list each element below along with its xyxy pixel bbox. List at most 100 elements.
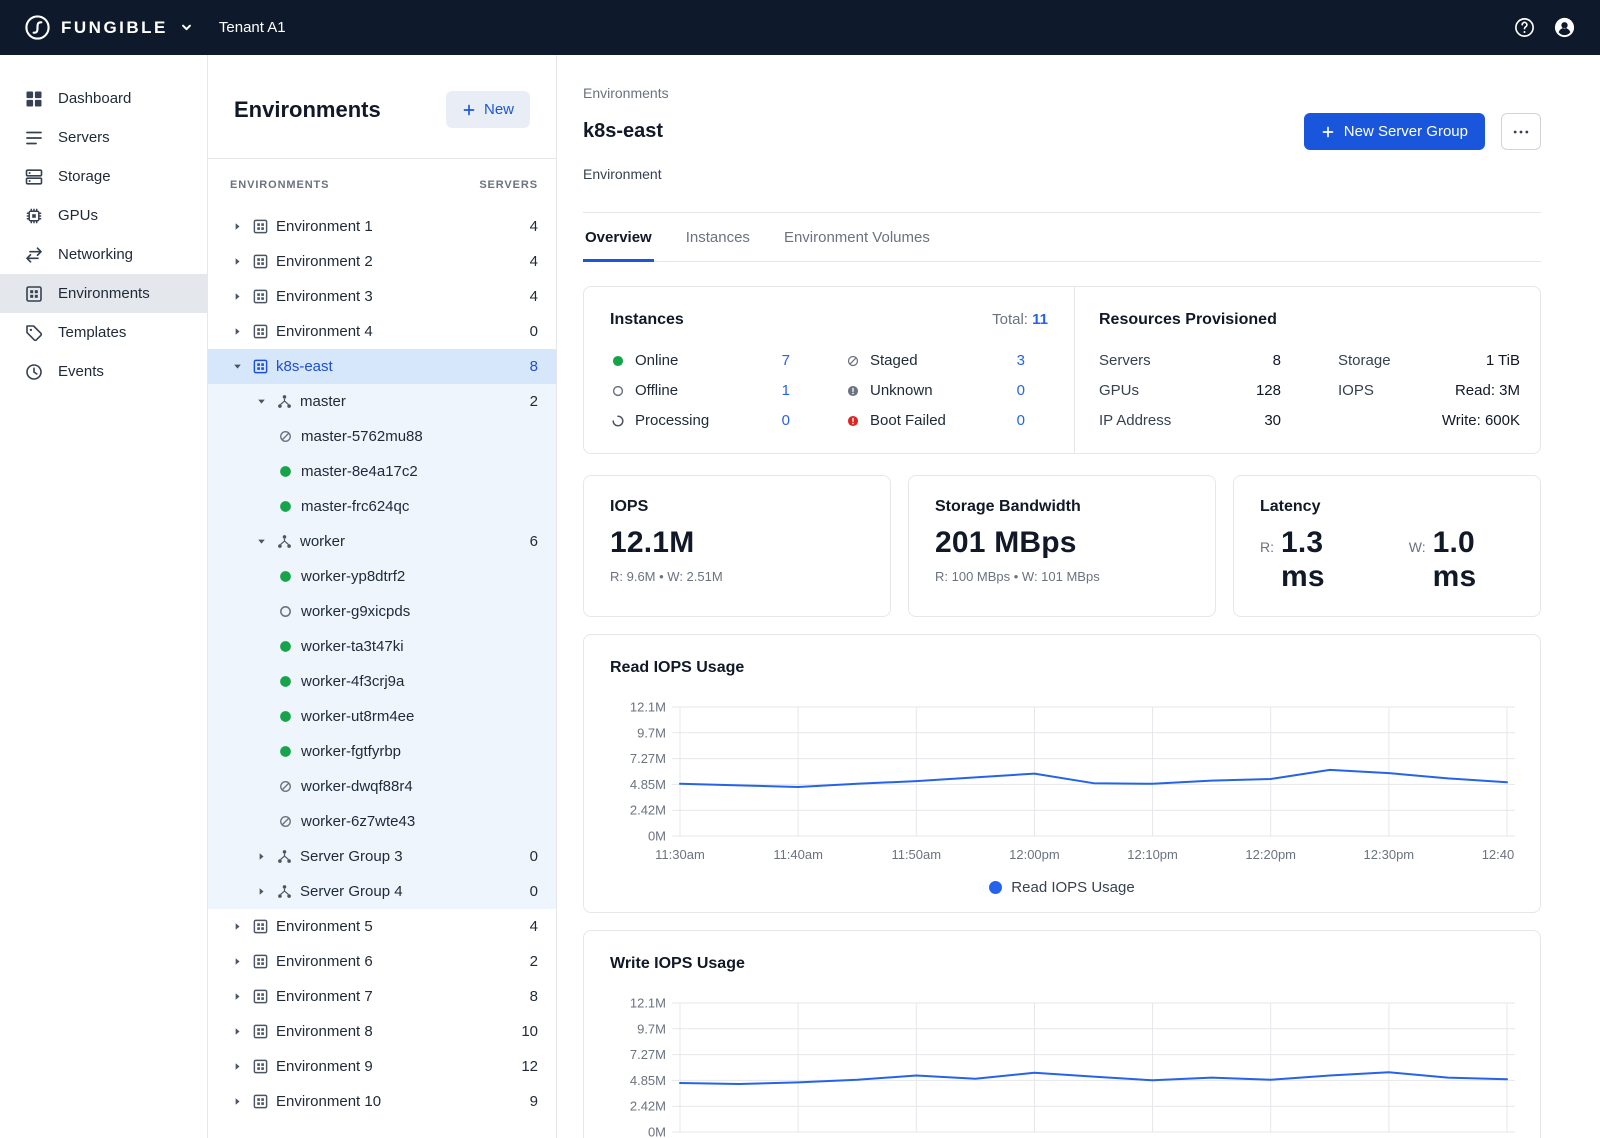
caret-right-icon[interactable]	[232, 991, 252, 1003]
svg-text:11:50am: 11:50am	[891, 847, 941, 862]
caret-right-icon[interactable]	[256, 886, 276, 898]
status-value[interactable]: 0	[782, 412, 790, 429]
svg-text:11:30am: 11:30am	[655, 847, 705, 862]
tree-row-label: worker-6z7wte43	[301, 813, 538, 830]
caret-down-icon[interactable]	[232, 361, 252, 373]
page-title: k8s-east	[583, 120, 663, 143]
sidebar-item-environments[interactable]: Environments	[0, 274, 207, 313]
chart-title: Write IOPS Usage	[610, 955, 1514, 973]
caret-right-icon[interactable]	[232, 921, 252, 933]
tree-row-worker-g9xicpds[interactable]: worker-g9xicpds	[208, 594, 556, 629]
tree-row-master[interactable]: master2	[208, 384, 556, 419]
sidebar-item-gpus[interactable]: GPUs	[0, 196, 207, 235]
more-button[interactable]	[1501, 113, 1541, 150]
tree-row-master-5762mu88[interactable]: master-5762mu88	[208, 419, 556, 454]
group-icon	[276, 533, 293, 550]
tab-instances[interactable]: Instances	[684, 213, 752, 262]
tree-row-environment-3[interactable]: Environment 34	[208, 279, 556, 314]
new-server-group-button[interactable]: New Server Group	[1304, 113, 1485, 150]
sidebar-item-label: GPUs	[58, 207, 98, 224]
caret-right-icon[interactable]	[232, 221, 252, 233]
sidebar-item-networking[interactable]: Networking	[0, 235, 207, 274]
caret-right-icon[interactable]	[232, 326, 252, 338]
tree-row-worker-yp8dtrf2[interactable]: worker-yp8dtrf2	[208, 559, 556, 594]
env-icon	[252, 918, 269, 935]
tree-row-label: Environment 10	[276, 1093, 530, 1110]
status-value[interactable]: 0	[1017, 412, 1025, 429]
latency-pair: R:1.3 ms	[1260, 526, 1363, 594]
environment-tree: Environment 14Environment 24Environment …	[208, 203, 556, 1138]
sidebar-item-templates[interactable]: Templates	[0, 313, 207, 352]
server-count: 8	[530, 988, 538, 1005]
tree-row-master-frc624qc[interactable]: master-frc624qc	[208, 489, 556, 524]
tree-row-server-group-4[interactable]: Server Group 40	[208, 874, 556, 909]
caret-right-icon[interactable]	[232, 1061, 252, 1073]
svg-text:11:40am: 11:40am	[773, 847, 823, 862]
caret-right-icon[interactable]	[256, 851, 276, 863]
tree-row-worker-4f3crj9a[interactable]: worker-4f3crj9a	[208, 664, 556, 699]
tree-row-worker-ut8rm4ee[interactable]: worker-ut8rm4ee	[208, 699, 556, 734]
dashboard-icon	[24, 89, 44, 109]
server-count: 2	[530, 393, 538, 410]
gpus-icon	[24, 206, 44, 226]
status-label: Online	[635, 352, 678, 369]
chevron-down-icon[interactable]	[180, 21, 193, 34]
caret-right-icon[interactable]	[232, 256, 252, 268]
tree-row-server-group-3[interactable]: Server Group 30	[208, 839, 556, 874]
status-value[interactable]: 7	[782, 352, 790, 369]
tree-row-label: master-5762mu88	[301, 428, 538, 445]
caret-down-icon[interactable]	[256, 536, 276, 548]
server-count: 4	[530, 253, 538, 270]
tree-row-environment-8[interactable]: Environment 810	[208, 1014, 556, 1049]
svg-text:0M: 0M	[648, 1125, 666, 1138]
metric-value: 1.3 ms	[1281, 526, 1363, 594]
help-icon[interactable]	[1513, 16, 1536, 39]
tree-row-environment-9[interactable]: Environment 912	[208, 1049, 556, 1084]
tab-overview[interactable]: Overview	[583, 213, 654, 262]
tree-row-environment-1[interactable]: Environment 14	[208, 209, 556, 244]
tree-row-worker-dwqf88r4[interactable]: worker-dwqf88r4	[208, 769, 556, 804]
new-environment-button[interactable]: New	[446, 91, 530, 128]
page-subtitle: Environment	[583, 166, 1541, 212]
tree-row-master-8e4a17c2[interactable]: master-8e4a17c2	[208, 454, 556, 489]
caret-right-icon[interactable]	[232, 1096, 252, 1108]
tree-row-environment-2[interactable]: Environment 24	[208, 244, 556, 279]
caret-down-icon[interactable]	[256, 396, 276, 408]
tree-row-environment-4[interactable]: Environment 40	[208, 314, 556, 349]
sidebar-item-servers[interactable]: Servers	[0, 118, 207, 157]
tenant-name: Tenant A1	[219, 19, 286, 36]
sidebar-item-label: Templates	[58, 324, 126, 341]
status-unknown: Unknown0	[845, 382, 1025, 399]
tree-row-worker[interactable]: worker6	[208, 524, 556, 559]
sidebar-item-dashboard[interactable]: Dashboard	[0, 79, 207, 118]
status-online: Online 7	[610, 352, 790, 369]
tree-row-environment-6[interactable]: Environment 62	[208, 944, 556, 979]
sidebar-item-events[interactable]: Events	[0, 352, 207, 391]
avatar-icon[interactable]	[1553, 16, 1576, 39]
resource-iops: IOPSRead: 3M	[1338, 382, 1520, 399]
resource-label: IP Address	[1099, 412, 1171, 429]
tab-environment-volumes[interactable]: Environment Volumes	[782, 213, 932, 262]
caret-right-icon[interactable]	[232, 956, 252, 968]
tree-row-worker-6z7wte43[interactable]: worker-6z7wte43	[208, 804, 556, 839]
resource-value: 128	[1256, 382, 1281, 399]
tree-row-environment-5[interactable]: Environment 54	[208, 909, 556, 944]
sidebar-item-storage[interactable]: Storage	[0, 157, 207, 196]
status-value[interactable]: 0	[1017, 382, 1025, 399]
status-value[interactable]: 3	[1017, 352, 1025, 369]
tree-row-environment-7[interactable]: Environment 78	[208, 979, 556, 1014]
instances-total-value[interactable]: 11	[1032, 311, 1048, 328]
online-icon	[277, 568, 294, 585]
caret-right-icon[interactable]	[232, 1026, 252, 1038]
tree-row-worker-ta3t47ki[interactable]: worker-ta3t47ki	[208, 629, 556, 664]
panel-title: Environments	[234, 97, 381, 123]
brand[interactable]: FUNGIBLE	[24, 14, 193, 41]
tree-row-worker-fgtfyrbp[interactable]: worker-fgtfyrbp	[208, 734, 556, 769]
tree-row-environment-10[interactable]: Environment 109	[208, 1084, 556, 1119]
resources-title: Resources Provisioned	[1099, 311, 1520, 329]
resource-gpus: GPUs128	[1099, 382, 1281, 399]
breadcrumb[interactable]: Environments	[583, 85, 1541, 101]
tree-row-k8s-east[interactable]: k8s-east8	[208, 349, 556, 384]
status-value[interactable]: 1	[782, 382, 790, 399]
caret-right-icon[interactable]	[232, 291, 252, 303]
